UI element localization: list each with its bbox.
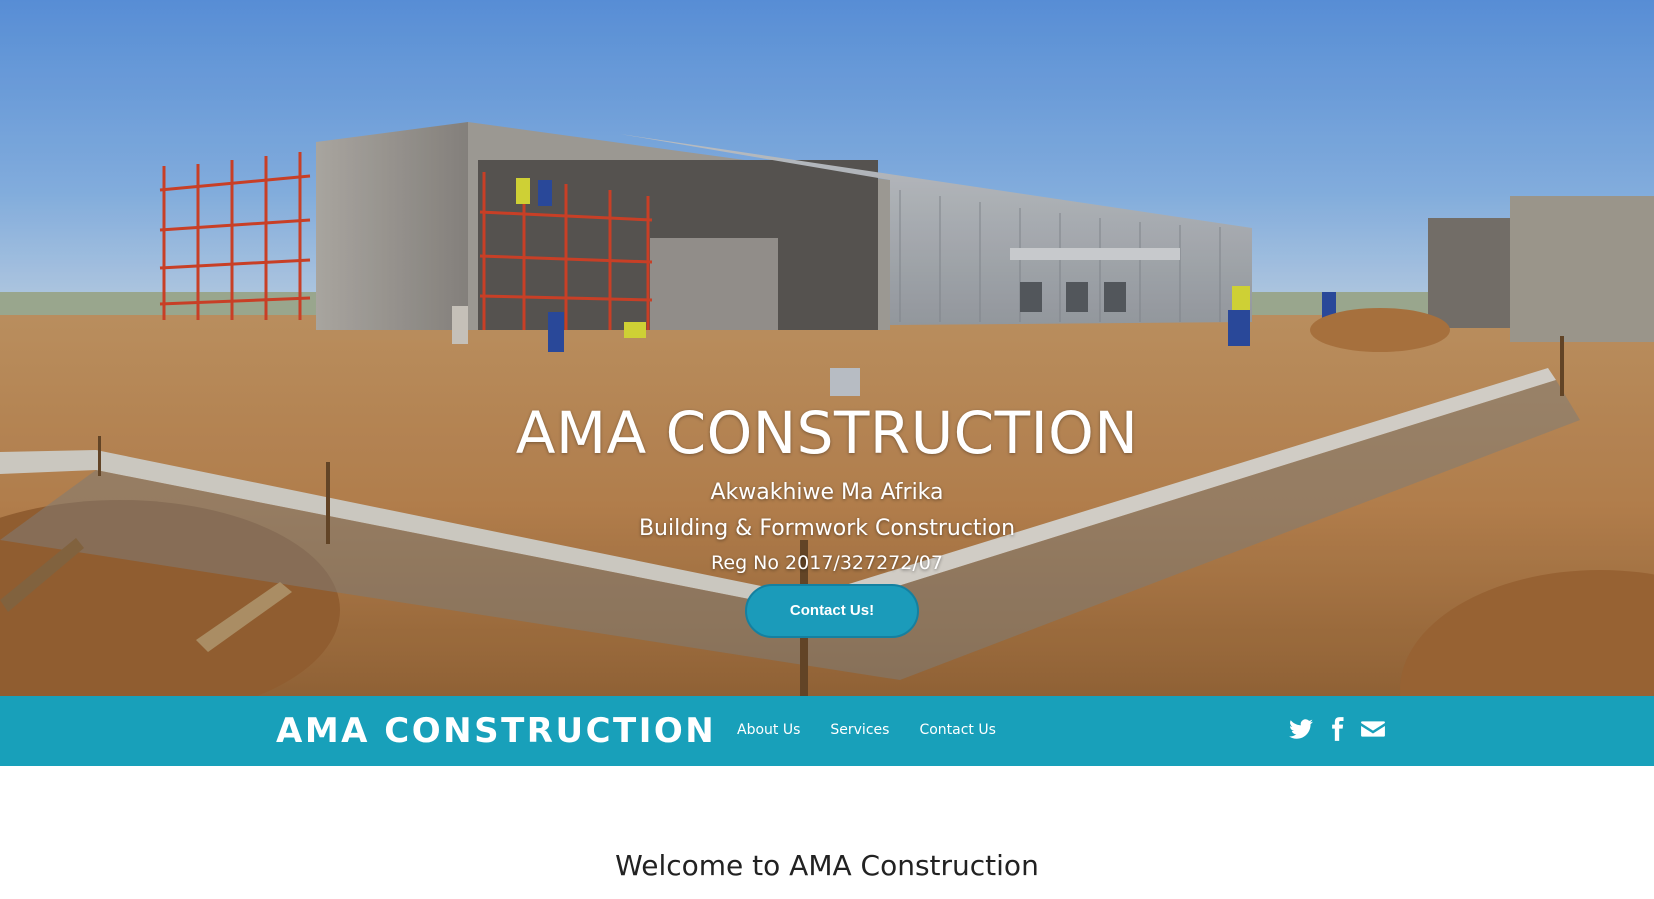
hero-registration-number: Reg No 2017/327272/07 bbox=[711, 552, 943, 574]
facebook-icon[interactable] bbox=[1324, 716, 1350, 742]
envelope-icon[interactable] bbox=[1360, 716, 1386, 742]
nav-links: About Us Services Contact Us bbox=[737, 720, 1026, 740]
welcome-heading: Welcome to AMA Construction bbox=[615, 849, 1039, 882]
navbar: AMA CONSTRUCTION About Us Services Conta… bbox=[0, 696, 1654, 766]
hero-title: AMA CONSTRUCTION bbox=[515, 399, 1139, 467]
hero-section: AMA CONSTRUCTION Akwakhiwe Ma Afrika Bui… bbox=[0, 0, 1654, 696]
contact-us-button[interactable]: Contact Us! bbox=[745, 584, 919, 638]
hero-tagline: Akwakhiwe Ma Afrika bbox=[710, 480, 944, 505]
hero-content: AMA CONSTRUCTION Akwakhiwe Ma Afrika Bui… bbox=[0, 0, 1654, 696]
twitter-icon[interactable] bbox=[1288, 716, 1314, 742]
social-links bbox=[1288, 716, 1396, 742]
nav-link-about-us[interactable]: About Us bbox=[737, 720, 800, 740]
page: AMA CONSTRUCTION Akwakhiwe Ma Afrika Bui… bbox=[0, 0, 1654, 899]
navbar-brand[interactable]: AMA CONSTRUCTION bbox=[276, 708, 716, 754]
nav-link-contact-us[interactable]: Contact Us bbox=[919, 720, 995, 740]
hero-subtitle: Building & Formwork Construction bbox=[638, 516, 1016, 541]
nav-link-services[interactable]: Services bbox=[830, 720, 889, 740]
